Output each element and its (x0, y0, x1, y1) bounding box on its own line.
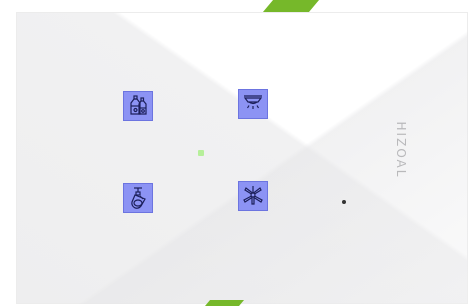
ceiling-fan-icon (243, 186, 263, 205)
touch-key-ceiling-fan[interactable] (238, 181, 268, 211)
proximity-sensor-dot (342, 200, 346, 204)
touch-key-ceiling-light[interactable] (238, 89, 268, 119)
touch-key-bottles[interactable] (123, 91, 153, 121)
touch-switch-product-view: HIZOAL (0, 0, 472, 306)
bottles-icon (130, 95, 147, 115)
green-led-indicator (198, 150, 204, 156)
brand-logo-text: HIZOAL (394, 121, 408, 179)
touch-key-spotlight[interactable] (123, 183, 153, 213)
ceiling-light-icon (243, 95, 263, 109)
spotlight-icon (131, 187, 146, 209)
